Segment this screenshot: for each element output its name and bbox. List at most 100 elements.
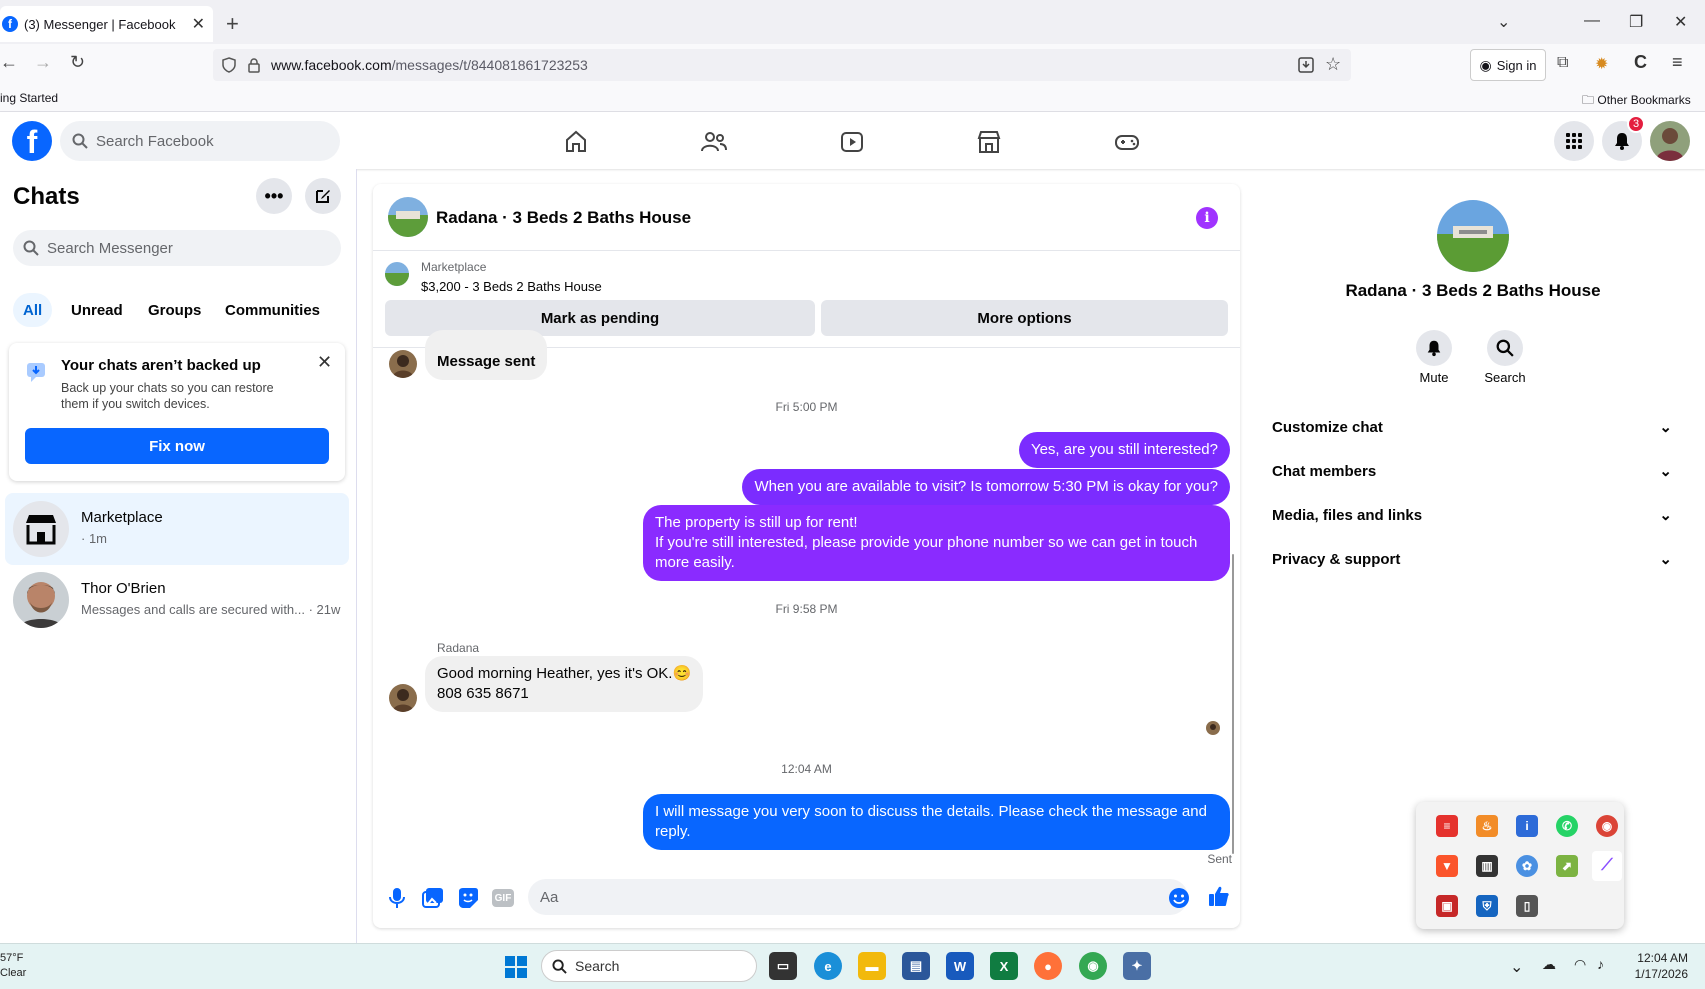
excel-icon[interactable]: X bbox=[990, 952, 1018, 980]
other-bookmarks[interactable]: 🗀 Other Bookmarks bbox=[1582, 91, 1691, 112]
info-icon[interactable]: i bbox=[1196, 207, 1218, 229]
tray-chrome-icon[interactable]: ◉ bbox=[1596, 815, 1618, 837]
chrome-icon[interactable]: ◉ bbox=[1079, 952, 1107, 980]
browser-tab[interactable]: f (3) Messenger | Facebook ✕ bbox=[0, 6, 213, 42]
gif-icon[interactable]: GIF bbox=[492, 889, 514, 907]
tray-copilot-icon[interactable]: ✿ bbox=[1516, 855, 1538, 877]
section-media-files-links[interactable]: Media, files and links ⌄ bbox=[1272, 495, 1672, 535]
tray-usb-icon[interactable]: ▥ bbox=[1476, 855, 1498, 877]
section-customize-chat[interactable]: Customize chat ⌄ bbox=[1272, 407, 1672, 447]
home-icon[interactable] bbox=[556, 122, 596, 162]
info-panel-avatar[interactable] bbox=[1437, 200, 1509, 272]
new-message-icon[interactable] bbox=[305, 178, 341, 214]
wifi-icon[interactable]: ◠ bbox=[1574, 956, 1586, 973]
reload-icon[interactable]: ↻ bbox=[70, 52, 85, 73]
close-window-icon[interactable]: ✕ bbox=[1674, 12, 1687, 32]
store-icon[interactable]: ▤ bbox=[902, 952, 930, 980]
shield-icon[interactable] bbox=[221, 57, 237, 73]
scrollbar[interactable] bbox=[1232, 554, 1234, 854]
filter-communities[interactable]: Communities bbox=[215, 293, 330, 327]
forward-icon[interactable]: → bbox=[34, 52, 52, 73]
windows-start-icon[interactable] bbox=[504, 955, 528, 979]
back-icon[interactable]: ← bbox=[0, 52, 18, 73]
app-icon[interactable]: ✦ bbox=[1123, 952, 1151, 980]
extension-c-icon[interactable]: C bbox=[1634, 52, 1647, 73]
taskbar-search-input[interactable]: Search bbox=[541, 950, 757, 982]
chat-list-item-marketplace[interactable]: Marketplace · 1m bbox=[5, 493, 349, 565]
new-tab-icon[interactable]: + bbox=[226, 11, 239, 37]
sticker-icon[interactable] bbox=[457, 887, 479, 909]
message-bubble-outgoing[interactable]: When you are available to visit? Is tomo… bbox=[742, 469, 1230, 505]
more-options-button[interactable]: More options bbox=[821, 300, 1228, 336]
facebook-logo-icon[interactable]: f bbox=[12, 121, 52, 161]
section-privacy-support[interactable]: Privacy & support ⌄ bbox=[1272, 539, 1672, 579]
message-bubble-outgoing[interactable]: The property is still up for rent! If yo… bbox=[643, 505, 1230, 581]
tray-drive-icon[interactable]: ▯ bbox=[1516, 895, 1538, 917]
fix-now-button[interactable]: Fix now bbox=[25, 428, 329, 464]
tray-app-icon[interactable]: ≡ bbox=[1436, 815, 1458, 837]
gaming-icon[interactable] bbox=[1107, 122, 1147, 162]
section-chat-members[interactable]: Chat members ⌄ bbox=[1272, 451, 1672, 491]
filter-all[interactable]: All bbox=[13, 293, 53, 327]
emoji-icon[interactable] bbox=[1168, 887, 1190, 909]
tray-network-icon[interactable]: ⬈ bbox=[1556, 855, 1578, 877]
message-bubble-outgoing[interactable]: I will message you very soon to discuss … bbox=[643, 794, 1230, 850]
chat-options-icon[interactable]: ••• bbox=[256, 178, 292, 214]
search-in-chat-icon[interactable] bbox=[1487, 330, 1523, 366]
message-input[interactable]: Aa bbox=[528, 879, 1188, 915]
mute-bell-icon[interactable] bbox=[1416, 330, 1452, 366]
messenger-search-input[interactable]: Search Messenger bbox=[13, 230, 341, 266]
sign-in-button[interactable]: ◉ Sign in bbox=[1470, 49, 1546, 81]
message-bubble-incoming[interactable]: Message sent bbox=[425, 330, 548, 380]
file-explorer-icon[interactable]: ▬ bbox=[858, 952, 886, 980]
volume-icon[interactable]: ♪ bbox=[1597, 956, 1604, 972]
profile-avatar[interactable] bbox=[1650, 121, 1690, 161]
tab-list-icon[interactable]: ⌄ bbox=[1497, 12, 1510, 32]
menu-icon[interactable]: ≡ bbox=[1672, 52, 1683, 73]
marketplace-icon[interactable] bbox=[969, 122, 1009, 162]
minimize-icon[interactable]: — bbox=[1584, 12, 1600, 30]
tray-info-icon[interactable]: i bbox=[1516, 815, 1538, 837]
menu-grid-icon[interactable] bbox=[1554, 121, 1594, 161]
restore-icon[interactable]: ❐ bbox=[1629, 12, 1643, 32]
clock[interactable]: 12:04 AM 1/17/2026 bbox=[1628, 950, 1688, 982]
filter-unread[interactable]: Unread bbox=[61, 293, 133, 327]
listing-title[interactable]: $3,200 - 3 Beds 2 Baths House bbox=[421, 279, 602, 294]
close-tab-icon[interactable]: ✕ bbox=[192, 14, 205, 34]
photo-icon[interactable] bbox=[422, 887, 444, 909]
bookmark-getting-started[interactable]: ing Started bbox=[0, 91, 58, 105]
tray-whatsapp-icon[interactable]: ✆ bbox=[1556, 815, 1578, 837]
firefox-icon[interactable]: ● bbox=[1034, 952, 1062, 980]
message-bubble-outgoing[interactable]: Yes, are you still interested? bbox=[1018, 432, 1230, 468]
save-page-icon[interactable] bbox=[1297, 56, 1315, 74]
bookmark-star-icon[interactable]: ☆ bbox=[1325, 54, 1341, 75]
edge-icon[interactable]: e bbox=[814, 952, 842, 980]
chevron-up-icon[interactable]: ⌄ bbox=[1510, 957, 1523, 977]
conversation-avatar[interactable] bbox=[388, 197, 428, 237]
facebook-search-placeholder: Search Facebook bbox=[96, 132, 214, 150]
listing-thumbnail[interactable] bbox=[385, 262, 409, 286]
friends-icon[interactable] bbox=[694, 122, 734, 162]
close-notice-icon[interactable]: ✕ bbox=[317, 352, 332, 373]
like-thumb-icon[interactable] bbox=[1207, 884, 1231, 908]
extensions-icon[interactable]: ⧉ bbox=[1557, 54, 1568, 72]
chat-list-item-thor[interactable]: Thor O'Brien Messages and calls are secu… bbox=[5, 564, 349, 636]
video-icon[interactable] bbox=[832, 122, 872, 162]
word-icon[interactable]: W bbox=[946, 952, 974, 980]
facebook-search-input[interactable]: Search Facebook bbox=[60, 121, 340, 161]
message-bubble-incoming[interactable]: Good morning Heather, yes it's OK.😊 808 … bbox=[425, 656, 704, 712]
weather-widget[interactable]: 57°F Clear bbox=[0, 951, 26, 981]
microphone-icon[interactable] bbox=[387, 887, 407, 909]
conversation-title[interactable]: Radana · 3 Beds 2 Baths House bbox=[436, 208, 691, 228]
tray-security-icon[interactable]: ⛨ bbox=[1476, 895, 1498, 917]
filter-groups[interactable]: Groups bbox=[138, 293, 211, 327]
tray-pen-icon[interactable]: ⟋ bbox=[1592, 851, 1622, 881]
tray-pdf-icon[interactable]: ▣ bbox=[1436, 895, 1458, 917]
extension-icon[interactable]: ✹ bbox=[1595, 54, 1608, 74]
onedrive-icon[interactable]: ☁ bbox=[1542, 956, 1556, 973]
url-bar[interactable]: www.facebook.com/messages/t/844081861723… bbox=[213, 49, 1351, 81]
tray-brave-icon[interactable]: ▼ bbox=[1436, 855, 1458, 877]
lock-icon[interactable] bbox=[247, 57, 261, 73]
task-view-icon[interactable]: ▭ bbox=[769, 952, 797, 980]
tray-flame-icon[interactable]: ♨ bbox=[1476, 815, 1498, 837]
